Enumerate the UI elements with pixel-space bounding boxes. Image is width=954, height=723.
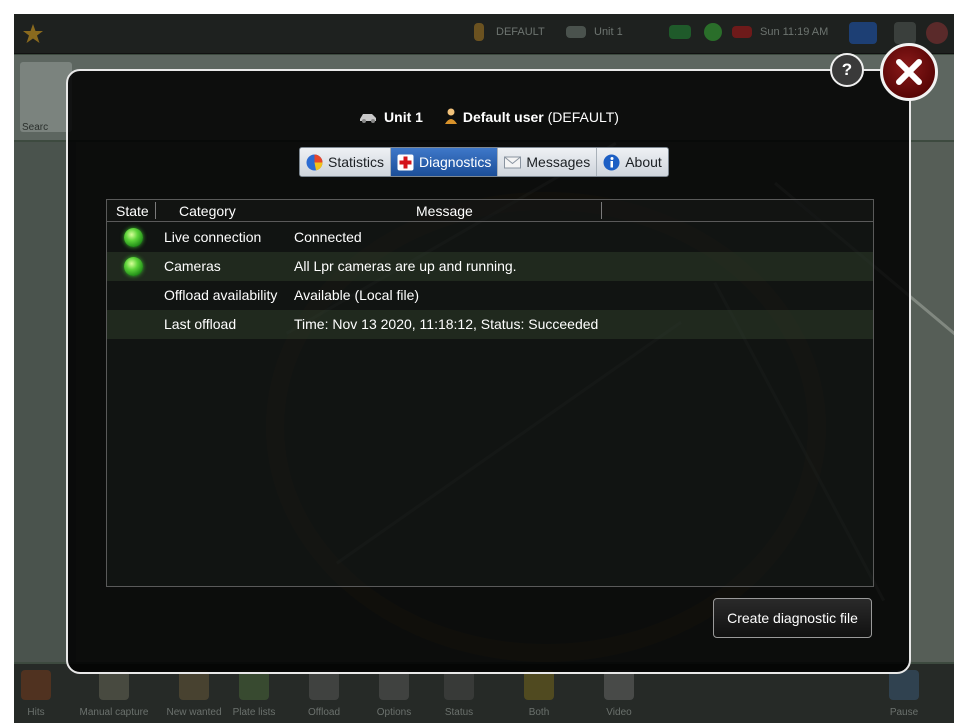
sheriff-star-icon	[22, 23, 43, 43]
table-row[interactable]: Cameras All Lpr cameras are up and runni…	[107, 252, 873, 281]
bottom-button-label: Offload	[307, 707, 341, 718]
row-category: Offload availability	[164, 287, 278, 303]
info-icon	[603, 154, 620, 171]
diagnostics-table: State Category Message Live connection C…	[106, 199, 874, 587]
tab-messages[interactable]: Messages	[498, 148, 598, 176]
bottom-button-label: Both	[528, 707, 550, 718]
column-header-message[interactable]: Message	[416, 203, 473, 219]
unit-car-icon	[566, 26, 586, 38]
row-message: Connected	[294, 229, 362, 245]
status-icon	[444, 670, 474, 700]
column-header-state[interactable]: State	[116, 203, 149, 219]
bottom-button-label: Manual capture	[79, 707, 149, 718]
dialog-header: Unit 1 Default user (DEFAULT)	[68, 108, 909, 125]
top-close-button[interactable]	[926, 22, 948, 44]
plate-list-icon	[239, 670, 269, 700]
row-category: Last offload	[164, 316, 237, 332]
first-aid-icon	[397, 154, 414, 171]
connection-icon	[669, 25, 691, 39]
keyboard-icon	[99, 670, 129, 700]
tab-diagnostics-label: Diagnostics	[419, 154, 492, 170]
pie-chart-icon	[306, 154, 323, 171]
column-header-category[interactable]: Category	[179, 203, 236, 219]
table-header: State Category Message	[107, 200, 873, 222]
tab-statistics[interactable]: Statistics	[300, 148, 392, 176]
bottom-button-label: Pause	[889, 707, 919, 718]
user-name: Default user	[462, 109, 544, 125]
top-window-button[interactable]	[894, 22, 916, 44]
bottom-button-label: Status	[444, 707, 474, 718]
top-help-button[interactable]	[849, 22, 877, 44]
tab-messages-label: Messages	[526, 154, 591, 170]
tab-statistics-label: Statistics	[328, 154, 385, 170]
both-arrows-icon	[524, 670, 554, 700]
tab-diagnostics[interactable]: Diagnostics	[391, 148, 499, 176]
dialog-tabs: Statistics Diagnostics Messages About	[299, 147, 669, 177]
bottom-button-label: Options	[376, 707, 412, 718]
user-icon	[474, 23, 484, 41]
dialog-help-button[interactable]: ?	[830, 53, 864, 87]
screen: DEFAULT Unit 1 Sun 11:19 AM Searc Hits Ma…	[0, 0, 954, 723]
flag-icon	[732, 26, 752, 38]
top-unit: Unit 1	[594, 26, 623, 38]
video-icon	[604, 670, 634, 700]
bottom-button-label: Video	[606, 707, 632, 718]
bottom-button-label: Hits	[27, 707, 45, 718]
close-icon	[894, 57, 924, 87]
status-ok-icon	[124, 228, 143, 247]
top-user: DEFAULT	[496, 26, 545, 38]
search-label: Searc	[22, 122, 49, 133]
user-icon	[444, 108, 457, 124]
column-divider[interactable]	[601, 202, 602, 219]
row-category: Cameras	[164, 258, 221, 274]
status-ok-icon	[124, 257, 143, 276]
tab-about[interactable]: About	[597, 148, 668, 176]
wanted-icon	[179, 670, 209, 700]
table-row[interactable]: Offload availability Available (Local fi…	[107, 281, 873, 310]
options-icon	[379, 670, 409, 700]
dialog-close-button[interactable]	[880, 43, 938, 101]
top-clock: Sun 11:19 AM	[760, 26, 829, 38]
unit-car-icon	[358, 110, 378, 123]
row-message: Available (Local file)	[294, 287, 420, 303]
offload-icon	[309, 670, 339, 700]
bottom-button-label: Plate lists	[232, 707, 276, 718]
row-category: Live connection	[164, 229, 262, 245]
diagnostics-dialog: Unit 1 Default user (DEFAULT) Statistics…	[66, 69, 911, 674]
user-id: (DEFAULT)	[547, 109, 619, 125]
tab-about-label: About	[625, 154, 662, 170]
unit-name: Unit 1	[384, 109, 423, 125]
pause-icon	[889, 670, 919, 700]
bottom-button-hits[interactable]: Hits	[14, 664, 71, 723]
top-status-bar: DEFAULT Unit 1 Sun 11:19 AM	[14, 14, 954, 54]
create-diagnostic-file-button[interactable]: Create diagnostic file	[713, 598, 872, 638]
row-message: All Lpr cameras are up and running.	[294, 258, 517, 274]
envelope-icon	[504, 154, 522, 171]
table-row[interactable]: Live connection Connected	[107, 223, 873, 252]
column-divider[interactable]	[155, 202, 156, 219]
globe-icon	[704, 23, 722, 41]
row-message: Time: Nov 13 2020, 11:18:12, Status: Suc…	[294, 316, 599, 332]
target-icon	[21, 670, 51, 700]
table-row[interactable]: Last offload Time: Nov 13 2020, 11:18:12…	[107, 310, 873, 339]
